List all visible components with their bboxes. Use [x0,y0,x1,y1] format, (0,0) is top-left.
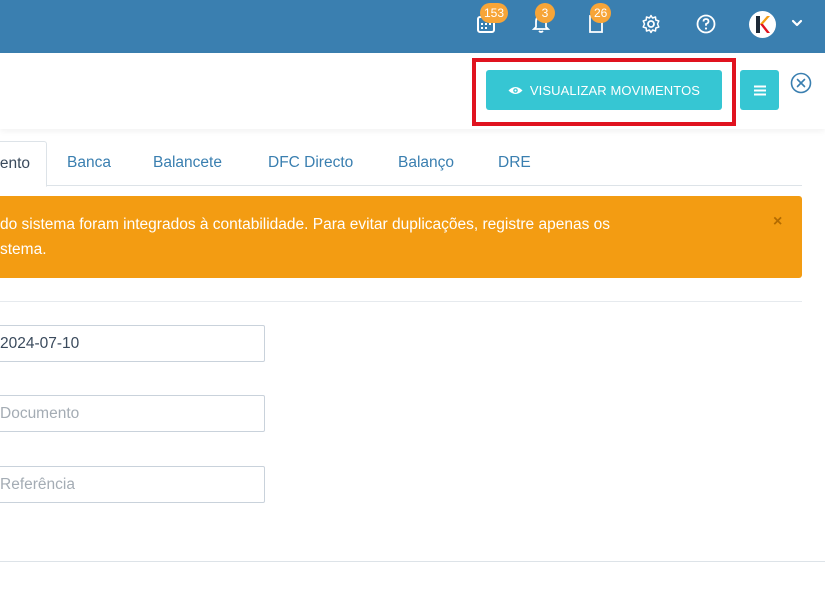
settings-button[interactable] [636,9,666,39]
tab-balancete[interactable]: Balancete [153,141,222,186]
chevron-down-icon[interactable] [789,15,805,31]
hamburger-icon [753,85,766,95]
reference-field[interactable]: Referência [0,466,265,503]
divider [0,301,802,302]
reference-placeholder: Referência [0,476,75,493]
tab-label: ento [0,155,30,172]
notification-badge: 153 [480,3,509,23]
top-navbar: 153 3 26 [0,0,825,53]
gear-icon [642,14,660,34]
tab-label: DFC Directo [268,154,354,171]
tab-label: Banca [67,154,111,171]
tab-bar: ento Banca Balancete DFC Directo Balanço… [0,141,802,187]
tab-balanco[interactable]: Balanço [398,141,454,186]
warning-alert: do sistema foram integrados à contabilid… [0,196,802,278]
help-button[interactable] [691,9,721,39]
alert-close-icon[interactable]: × [773,213,782,231]
tab-label: Balanço [398,154,455,171]
user-avatar[interactable] [749,11,776,38]
notification-badge: 26 [590,3,612,23]
menu-button[interactable] [740,70,779,110]
eye-icon [508,86,523,94]
tab-dfc-directo[interactable]: DFC Directo [268,141,353,186]
tab-label: Balancete [153,154,222,171]
section-divider [0,561,825,562]
tab-label: DRE [498,154,531,171]
calendar-notification-button[interactable]: 153 [471,3,509,39]
alert-text-line-1: do sistema foram integrados à contabilid… [0,216,611,233]
date-field[interactable]: 2024-07-10 [0,325,265,362]
page-header: VISUALIZAR MOVIMENTOS [0,53,825,129]
company-logo-icon [756,16,770,33]
alerts-button[interactable]: 3 [526,3,556,39]
alert-text-line-2: stema. [0,241,47,258]
date-value: 2024-07-10 [0,335,80,352]
notification-badge: 3 [535,3,555,23]
tab-banca[interactable]: Banca [67,141,111,186]
tab-dre[interactable]: DRE [498,141,531,186]
visualize-movements-label: VISUALIZAR MOVIMENTOS [529,82,701,98]
visualize-movements-button[interactable]: VISUALIZAR MOVIMENTOS [486,70,722,110]
close-icon[interactable] [790,72,812,94]
help-icon [696,14,716,34]
document-field[interactable]: Documento [0,395,265,432]
documents-button[interactable]: 26 [581,3,612,39]
tab-lancamento[interactable]: ento [0,141,47,187]
document-placeholder: Documento [0,405,80,422]
